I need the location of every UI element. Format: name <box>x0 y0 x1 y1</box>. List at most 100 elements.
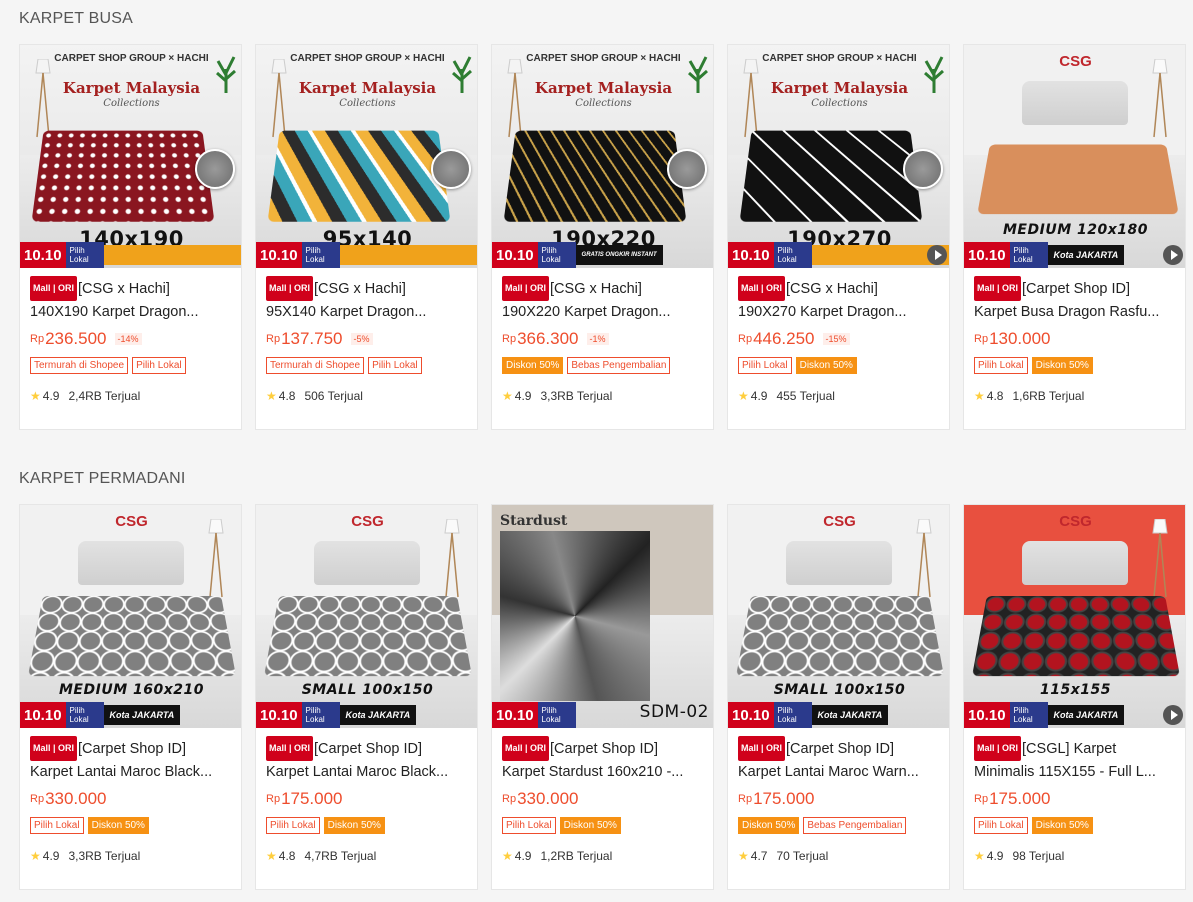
product-card[interactable]: Stardust SDM-02 10.10 Pilih Lokal Mall | ORI… <box>491 504 714 890</box>
image-subline: Collections <box>103 98 160 109</box>
product-card[interactable]: CSG SMALL 100x150 10.10 Pilih Lokal Kota JAK… <box>255 504 478 890</box>
promo-badge-bar: 10.10 Pilih Lokal Kota JAKARTA <box>728 702 949 728</box>
sold-count: 4,7RB Terjual <box>304 849 377 863</box>
mall-ori-badge: Mall | ORI <box>30 736 78 761</box>
title-line-2: Minimalis 115X155 - Full L... <box>974 764 1156 780</box>
product-title[interactable]: Mall | ORI [CSG x Hachi] 95X140 Karpet Dra… <box>266 276 468 322</box>
product-card[interactable]: CARPET SHOP GROUP × HACHI Karpet Malaysia… <box>19 44 242 430</box>
product-image[interactable]: CARPET SHOP GROUP × HACHI Karpet Malaysia… <box>256 45 477 268</box>
tag-1: Diskon 50% <box>1031 357 1093 374</box>
product-info: Mall | ORI [Carpet Shop ID] Karpet Lantai … <box>20 728 241 863</box>
price: Rp 175.000 <box>738 788 940 810</box>
product-title[interactable]: Mall | ORI [Carpet Shop ID] Karpet Lantai … <box>266 736 468 782</box>
mall-ori-badge: Mall | ORI <box>502 276 550 301</box>
product-image[interactable]: CARPET SHOP GROUP × HACHI Karpet Malaysia… <box>492 45 713 268</box>
star-icon: ★ <box>502 389 513 403</box>
tag-list: Pilih Lokal Diskon 50% <box>266 817 468 834</box>
tag-list: Termurah di Shopee Pilih Lokal <box>30 357 232 374</box>
currency: Rp <box>502 333 517 345</box>
promo-badge-bar: 10.10 Pilih Lokal <box>728 242 949 268</box>
play-video-icon[interactable] <box>1163 245 1183 265</box>
price: Rp 130.000 <box>974 328 1176 350</box>
product-image[interactable]: CSG MEDIUM 120x180 10.10 Pilih Lokal Kota JA… <box>964 45 1185 268</box>
promo-badge-bar: 10.10 Pilih Lokal Kota JAKARTA <box>964 242 1185 268</box>
pilih-lokal-badge: Pilih Lokal <box>65 242 104 268</box>
brand-logo: CARPET SHOP GROUP × HACHI <box>54 53 209 64</box>
product-info: Mall | ORI [CSG x Hachi] 95X140 Karpet Dra… <box>256 268 477 403</box>
promo-badge-bar: 10.10 Pilih Lokal <box>256 242 477 268</box>
image-subline: Collections <box>339 98 396 109</box>
tag-0: Diskon 50% <box>738 817 800 834</box>
product-card[interactable]: CARPET SHOP GROUP × HACHI Karpet Malaysia… <box>727 44 950 430</box>
product-card[interactable]: CSG MEDIUM 160x210 10.10 Pilih Lokal Kota JA… <box>19 504 242 890</box>
price: Rp 175.000 <box>974 788 1176 810</box>
product-card[interactable]: CARPET SHOP GROUP × HACHI Karpet Malaysia… <box>491 44 714 430</box>
sold-count: 1,2RB Terjual <box>540 849 613 863</box>
tag-list: Pilih Lokal Diskon 50% <box>974 357 1176 374</box>
product-image[interactable]: CARPET SHOP GROUP × HACHI Karpet Malaysia… <box>20 45 241 268</box>
rating-value: 4.9 <box>42 389 60 403</box>
product-image[interactable]: CSG 115x155 10.10 Pilih Lokal Kota JAKARTA <box>964 505 1185 728</box>
image-headline: Karpet Malaysia <box>298 79 437 97</box>
title-line-2: Karpet Lantai Maroc Black... <box>266 764 449 780</box>
location-badge: Kota JAKARTA <box>1047 705 1125 725</box>
product-card[interactable]: CSG SMALL 100x150 10.10 Pilih Lokal Kota JAK… <box>727 504 950 890</box>
lamp-icon <box>915 518 933 599</box>
size-label: 115x155 <box>1040 682 1111 698</box>
texture-swatch <box>431 149 471 189</box>
product-title[interactable]: Mall | ORI [Carpet Shop ID] Karpet Busa Dr… <box>974 276 1176 322</box>
mall-ori-badge: Mall | ORI <box>974 276 1022 301</box>
price: Rp 137.750 -5% <box>266 328 468 350</box>
image-scene: CSG 115x155 <box>964 505 1185 728</box>
discount-badge: -14% <box>114 333 142 345</box>
sofa-icon <box>1022 541 1128 585</box>
currency: Rp <box>974 333 989 345</box>
rating-value: 4.9 <box>750 389 768 403</box>
product-info: Mall | ORI [Carpet Shop ID] Karpet Lantai … <box>728 728 949 863</box>
price-amount: 330.000 <box>45 789 107 808</box>
location-badge: Kota JAKARTA <box>1047 245 1125 265</box>
product-image[interactable]: CSG MEDIUM 160x210 10.10 Pilih Lokal Kota JA… <box>20 505 241 728</box>
carpet-image <box>264 595 472 677</box>
product-title[interactable]: Mall | ORI [Carpet Shop ID] Karpet Lantai … <box>738 736 940 782</box>
rating-value: 4.9 <box>42 849 60 863</box>
price-amount: 137.750 <box>281 329 343 348</box>
play-video-icon[interactable] <box>1163 705 1183 725</box>
tag-1: Pilih Lokal <box>132 357 186 374</box>
product-title[interactable]: Mall | ORI [CSGL] Karpet Minimalis 115X155… <box>974 736 1176 782</box>
product-image[interactable]: CARPET SHOP GROUP × HACHI Karpet Malaysia… <box>728 45 949 268</box>
product-title[interactable]: Mall | ORI [CSG x Hachi] 140X190 Karpet Dr… <box>30 276 232 322</box>
pilih-lokal-badge: Pilih Lokal <box>301 702 340 728</box>
tag-list: Diskon 50% Bebas Pengembalian <box>502 357 704 374</box>
title-line-2: 95X140 Karpet Dragon... <box>266 304 427 320</box>
pilih-lokal-badge: Pilih Lokal <box>301 242 340 268</box>
brand-logo: Stardust <box>500 513 568 529</box>
product-title[interactable]: Mall | ORI [CSG x Hachi] 190X220 Karpet Dr… <box>502 276 704 322</box>
title-line-2: Karpet Lantai Maroc Black... <box>30 764 213 780</box>
brand-logo: CARPET SHOP GROUP × HACHI <box>526 53 681 64</box>
product-card[interactable]: CSG 115x155 10.10 Pilih Lokal Kota JAKARTA Ma… <box>963 504 1186 890</box>
brand-logo: CARPET SHOP GROUP × HACHI <box>290 53 445 64</box>
play-video-icon[interactable] <box>927 245 947 265</box>
product-title[interactable]: Mall | ORI [Carpet Shop ID] Karpet Lantai … <box>30 736 232 782</box>
event-badge: 10.10 <box>492 702 538 728</box>
product-card[interactable]: CARPET SHOP GROUP × HACHI Karpet Malaysia… <box>255 44 478 430</box>
product-title[interactable]: Mall | ORI [CSG x Hachi] 190X270 Karpet Dr… <box>738 276 940 322</box>
tag-list: Termurah di Shopee Pilih Lokal <box>266 357 468 374</box>
carpet-image <box>972 595 1180 677</box>
image-scene: CSG SMALL 100x150 <box>728 505 949 728</box>
product-image[interactable]: CSG SMALL 100x150 10.10 Pilih Lokal Kota JAK… <box>728 505 949 728</box>
price-amount: 175.000 <box>753 789 815 808</box>
product-image[interactable]: CSG SMALL 100x150 10.10 Pilih Lokal Kota JAK… <box>256 505 477 728</box>
title-line-1: [CSG x Hachi] <box>550 281 642 297</box>
pilih-lokal-badge: Pilih Lokal <box>537 242 576 268</box>
title-line-1: [Carpet Shop ID] <box>1022 281 1131 297</box>
price: Rp 330.000 <box>30 788 232 810</box>
product-card[interactable]: CSG MEDIUM 120x180 10.10 Pilih Lokal Kota JA… <box>963 44 1186 430</box>
product-info: Mall | ORI [CSG x Hachi] 190X270 Karpet Dr… <box>728 268 949 403</box>
instant-shipping-badge: GRATIS ONGKIR INSTANT <box>575 245 663 265</box>
product-image[interactable]: Stardust SDM-02 10.10 Pilih Lokal <box>492 505 713 728</box>
product-title[interactable]: Mall | ORI [Carpet Shop ID] Karpet Stardus… <box>502 736 704 782</box>
tag-1: Diskon 50% <box>795 357 857 374</box>
image-subline: Collections <box>575 98 632 109</box>
